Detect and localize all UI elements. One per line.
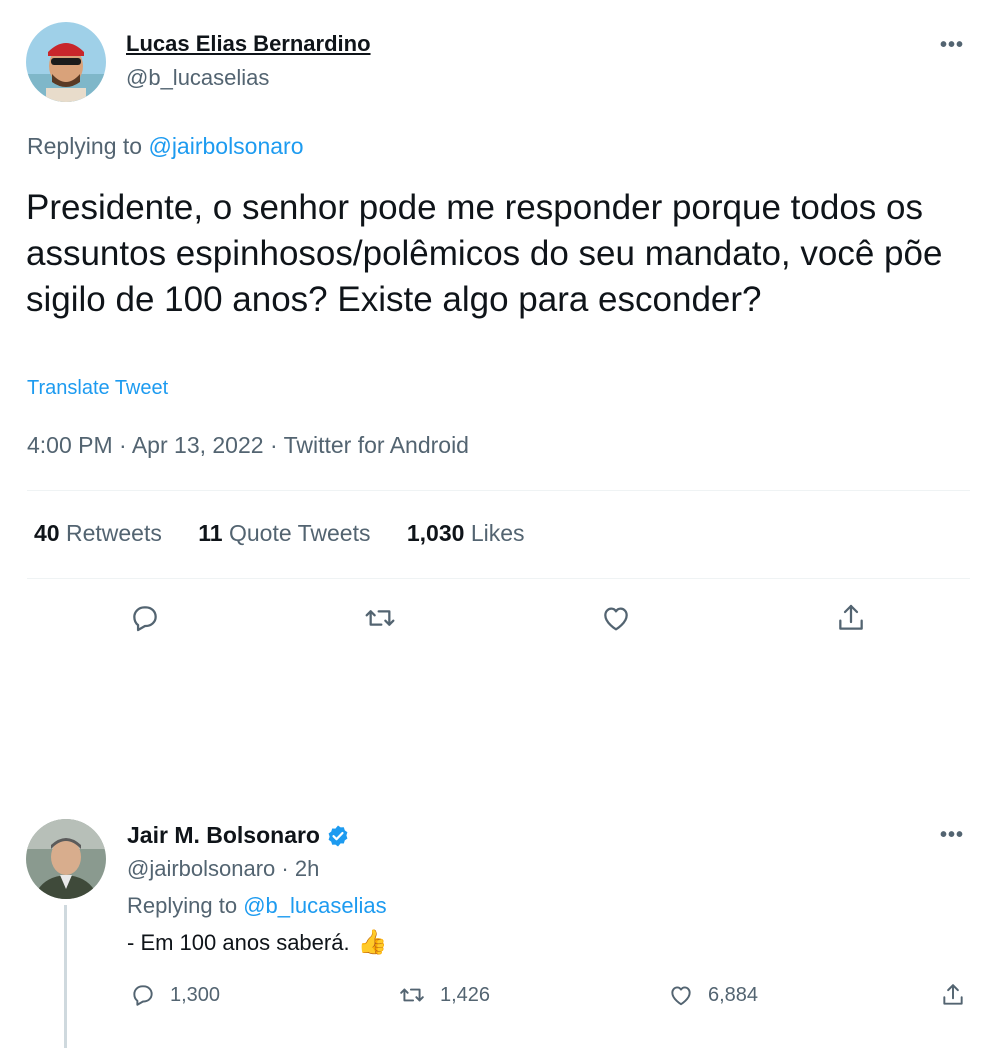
like-icon (671, 986, 691, 1006)
reply-author-meta: @jairbolsonaro · 2h (127, 856, 319, 882)
reply-like-button[interactable]: 6,884 (668, 982, 758, 1008)
like-button[interactable] (596, 598, 636, 638)
divider (27, 578, 970, 579)
separator: · (119, 432, 127, 458)
retweet-count: 1,426 (440, 983, 491, 1006)
retweet-button[interactable] (360, 598, 400, 638)
retweet-icon (365, 610, 395, 626)
author-avatar[interactable] (26, 22, 106, 102)
reply-author-name[interactable]: Jair M. Bolsonaro (127, 822, 320, 849)
divider (27, 490, 970, 491)
reply-text-row: - Em 100 anos saberá. 👍 (127, 928, 387, 957)
reply-author-handle[interactable]: @jairbolsonaro (127, 856, 275, 881)
quote-tweets-count: 11 (198, 520, 223, 546)
tweet-time[interactable]: 4:00 PM (27, 432, 113, 458)
tweet-stats: 40 Retweets 11 Quote Tweets 1,030 Likes (34, 520, 555, 547)
reply-button[interactable] (125, 598, 165, 638)
replying-to-link[interactable]: @b_lucaselias (243, 893, 386, 918)
reply-icon (133, 985, 153, 1006)
share-icon (943, 984, 963, 1005)
tweet-source[interactable]: Twitter for Android (284, 432, 469, 458)
likes-count: 1,030 (406, 520, 465, 546)
likes-label: Likes (470, 520, 525, 546)
verified-badge-icon (328, 825, 348, 846)
reply-text: - Em 100 anos saberá. (127, 929, 350, 955)
reply-reply-button[interactable]: 1,300 (130, 982, 220, 1008)
tweet-date[interactable]: Apr 13, 2022 (132, 432, 264, 458)
reply-more-icon[interactable]: ••• (940, 825, 964, 845)
more-icon[interactable]: ••• (940, 35, 964, 55)
replying-label: Replying to (127, 893, 238, 918)
separator: · (269, 432, 278, 458)
retweets-label: Retweets (65, 520, 162, 546)
author-handle[interactable]: @b_lucaselias (126, 65, 269, 91)
reply-author-avatar[interactable] (26, 819, 106, 899)
share-icon (839, 604, 863, 630)
tweet-text: Presidente, o senhor pode me responder p… (26, 188, 943, 319)
reply-age[interactable]: 2h (295, 856, 319, 881)
quote-tweets-label: Quote Tweets (228, 520, 371, 546)
share-button[interactable] (831, 598, 871, 638)
replying-to: Replying to @jairbolsonaro (27, 133, 304, 160)
retweets-count: 40 (34, 520, 60, 546)
replying-to-link[interactable]: @jairbolsonaro (148, 133, 303, 159)
reply-author-name-row[interactable]: Jair M. Bolsonaro (127, 822, 350, 849)
tweet-meta: 4:00 PM · Apr 13, 2022 · Twitter for And… (27, 432, 469, 459)
reply-replying-to: Replying to @b_lucaselias (127, 893, 387, 919)
separator: · (281, 856, 289, 881)
likes-stat[interactable]: 1,030 Likes (407, 520, 525, 546)
author-name[interactable]: Lucas Elias Bernardino (126, 31, 371, 57)
reply-icon (133, 606, 157, 632)
reply-retweet-button[interactable]: 1,426 (398, 982, 490, 1008)
like-icon (604, 607, 628, 631)
reply-share-button[interactable] (940, 982, 966, 1008)
thread-line (64, 905, 67, 1048)
retweet-icon (400, 988, 424, 1002)
thumbs-up-emoji: 👍 (357, 929, 388, 956)
replying-label: Replying to (27, 133, 143, 159)
retweets-stat[interactable]: 40 Retweets (34, 520, 162, 546)
quote-tweets-stat[interactable]: 11 Quote Tweets (198, 520, 370, 546)
like-count: 6,884 (708, 983, 759, 1006)
translate-tweet-link[interactable]: Translate Tweet (27, 377, 168, 400)
reply-count: 1,300 (170, 983, 221, 1006)
